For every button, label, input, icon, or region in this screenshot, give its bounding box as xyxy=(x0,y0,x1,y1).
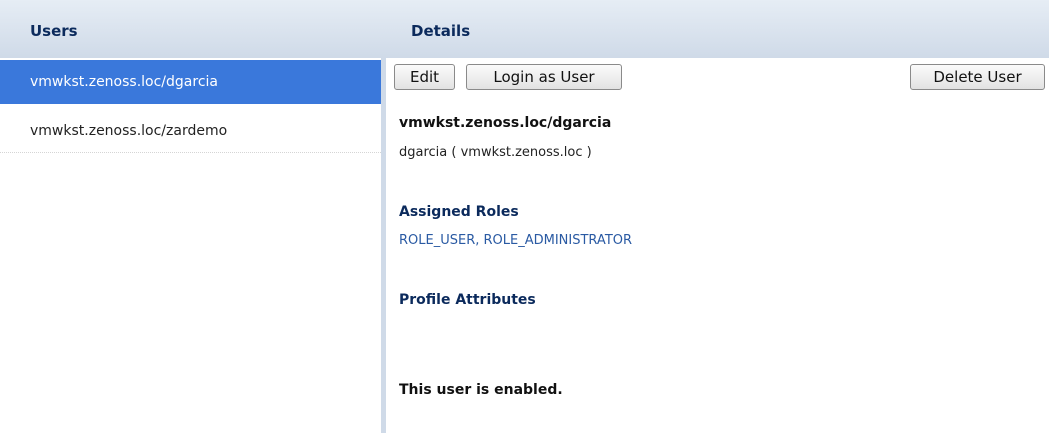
assigned-roles-value: ROLE_USER, ROLE_ADMINISTRATOR xyxy=(399,233,633,248)
user-name-domain: dgarcia ( vmwkst.zenoss.loc ) xyxy=(399,145,592,160)
user-list-item-zardemo[interactable]: vmwkst.zenoss.loc/zardemo xyxy=(0,109,381,153)
profile-attributes-heading: Profile Attributes xyxy=(399,292,536,308)
user-manager-window: Users Details vmwkst.zenoss.loc/dgarcia … xyxy=(0,0,1049,433)
login-as-user-button[interactable]: Login as User xyxy=(466,64,622,90)
delete-user-button[interactable]: Delete User xyxy=(910,64,1045,90)
user-list: vmwkst.zenoss.loc/dgarcia vmwkst.zenoss.… xyxy=(0,60,381,433)
details-column-title: Details xyxy=(411,22,471,40)
assigned-roles-heading: Assigned Roles xyxy=(399,204,519,220)
details-panel: Edit Login as User Delete User vmwkst.ze… xyxy=(386,58,1049,433)
edit-button[interactable]: Edit xyxy=(394,64,455,90)
user-id-title: vmwkst.zenoss.loc/dgarcia xyxy=(399,115,612,131)
header-bar: Users Details xyxy=(0,0,1049,58)
user-list-item-dgarcia[interactable]: vmwkst.zenoss.loc/dgarcia xyxy=(0,60,381,104)
users-column-title: Users xyxy=(30,22,78,40)
user-status-text: This user is enabled. xyxy=(399,382,563,398)
